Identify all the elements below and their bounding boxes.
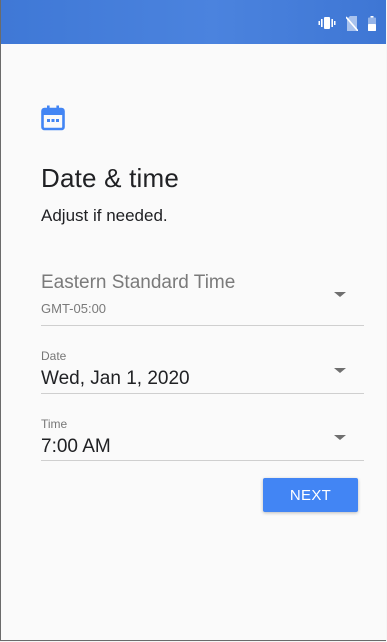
- date-dropdown[interactable]: Date Wed, Jan 1, 2020: [41, 349, 364, 394]
- timezone-name: Eastern Standard Time: [41, 272, 236, 293]
- dropdown-arrow-icon: [334, 292, 346, 297]
- time-dropdown[interactable]: Time 7:00 AM: [41, 417, 364, 461]
- page-title: Date & time: [41, 163, 180, 193]
- dropdown-arrow-icon: [334, 368, 346, 373]
- battery-icon: [368, 15, 376, 31]
- status-bar: [1, 0, 386, 44]
- setup-screen: Date & time Adjust if needed. Eastern St…: [0, 0, 386, 641]
- calendar-icon: [41, 105, 65, 131]
- time-value: 7:00 AM: [41, 436, 111, 457]
- page-subtitle: Adjust if needed.: [41, 206, 168, 225]
- status-icons: [318, 14, 376, 32]
- time-label: Time: [41, 417, 68, 431]
- date-label: Date: [41, 349, 67, 363]
- timezone-dropdown[interactable]: Eastern Standard Time GMT-05:00: [41, 268, 364, 326]
- dropdown-arrow-icon: [334, 435, 346, 440]
- timezone-offset: GMT-05:00: [41, 301, 107, 316]
- no-sim-icon: [346, 15, 358, 31]
- vibrate-icon: [318, 16, 336, 30]
- next-button[interactable]: NEXT: [263, 478, 358, 512]
- date-value: Wed, Jan 1, 2020: [41, 368, 190, 389]
